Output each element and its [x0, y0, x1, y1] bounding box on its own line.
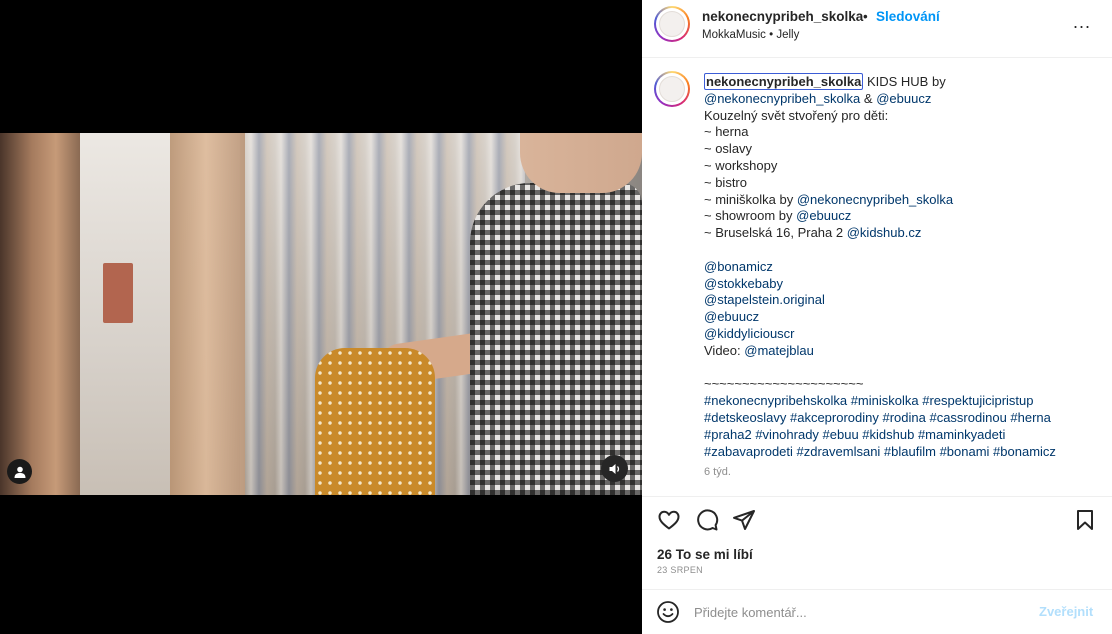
author-username[interactable]: nekonecnypribeh_skolka [702, 9, 863, 24]
heart-icon [658, 510, 680, 530]
author-avatar[interactable] [654, 6, 690, 42]
caption-list-item: ~ bistro [704, 174, 747, 190]
mention-link[interactable]: @nekonecnypribeh_skolka [704, 91, 860, 106]
following-button[interactable]: Sledování [876, 9, 940, 24]
comment-form: Zveřejnit [642, 589, 1112, 634]
caption-line: nekonecnypribeh_skolka KIDS HUB by [704, 73, 1099, 91]
hashtag-line[interactable]: #nekonecnypribehskolka #miniskolka #resp… [704, 393, 1099, 410]
caption-list-item: ~ workshopy [704, 157, 778, 173]
mute-button[interactable] [601, 455, 628, 482]
hashtag-line[interactable]: #detskeoslavy #akceprorodiny #rodina #ca… [704, 410, 1099, 427]
mention-link[interactable]: @matejblau [744, 343, 814, 358]
post-header: nekonecnypribeh_skolka • Sledování Mokka… [642, 0, 1112, 58]
post-actions: 26 To se mi líbí 23 SRPEN Zveřejnit [642, 496, 1112, 634]
comment-button[interactable] [694, 507, 720, 533]
caption-text-segment: Video: [704, 342, 745, 358]
post-date: 23 SRPEN [657, 565, 703, 575]
hashtag-line[interactable]: #zabavaprodeti #zdravemlsani #blaufilm #… [704, 444, 1099, 461]
mention-link[interactable]: @ebuucz [876, 91, 931, 106]
caption-text-segment: ~ Bruselská 16, Praha 2 [704, 225, 847, 241]
mention-link[interactable]: @stokkebaby [704, 276, 1099, 293]
caption-avatar[interactable] [654, 71, 690, 107]
likes-count[interactable]: 26 To se mi líbí [657, 547, 753, 562]
speaker-icon [609, 463, 619, 474]
caption-list-item: ~ herna [704, 124, 749, 140]
smiley-icon [657, 601, 679, 623]
caption-text-segment: ~ showroom by [704, 208, 797, 224]
mention-link[interactable]: @stapelstein.original [704, 292, 1099, 309]
caption-line: Video: @matejblau [704, 343, 1099, 360]
video-scene-switch [103, 263, 133, 323]
post-panel: nekonecnypribeh_skolka • Sledování Mokka… [642, 0, 1112, 634]
video-scene-frame [170, 133, 250, 495]
mention-link[interactable]: @nekonecnypribeh_skolka [797, 192, 953, 207]
caption-line: Kouzelný svět stvořený pro děti: [704, 107, 889, 123]
separator-dot: • [863, 9, 868, 24]
caption-list-item: ~ Bruselská 16, Praha 2 @kidshub.cz [704, 225, 1099, 242]
mention-link[interactable]: @kiddyliciouscr [704, 326, 1099, 343]
caption-text: nekonecnypribeh_skolka KIDS HUB by @neko… [704, 73, 1099, 481]
caption-line: @nekonecnypribeh_skolka & @ebuucz [704, 91, 1099, 108]
user-tag-icon [14, 466, 25, 478]
mention-link[interactable]: @ebuucz [796, 208, 851, 223]
mention-link[interactable]: @kidshub.cz [847, 225, 922, 240]
save-button[interactable] [1072, 507, 1098, 533]
caption-list-item: ~ showroom by @ebuucz [704, 208, 1099, 225]
video-scene-door [0, 133, 80, 495]
post-comment-button[interactable]: Zveřejnit [1039, 604, 1093, 619]
paper-plane-icon [733, 510, 755, 530]
post-age[interactable]: 6 týd. [704, 464, 1099, 481]
like-button[interactable] [656, 507, 682, 533]
audio-subtitle[interactable]: MokkaMusic • Jelly [702, 29, 799, 41]
post-media [0, 0, 642, 634]
caption-area: nekonecnypribeh_skolka KIDS HUB by @neko… [642, 59, 1112, 496]
more-icon: ... [1072, 12, 1091, 32]
video-scene-dress [315, 348, 435, 495]
caption-separator: ~~~~~~~~~~~~~~~~~~~~~ [704, 376, 864, 392]
user-tag-button[interactable] [7, 459, 32, 484]
comment-icon [697, 509, 719, 531]
share-button[interactable] [731, 507, 757, 533]
mention-link[interactable]: @ebuucz [704, 309, 1099, 326]
comment-input[interactable] [694, 602, 1014, 622]
hashtag-line[interactable]: #praha2 #vinohrady #ebuu #kidshub #mamin… [704, 427, 1099, 444]
more-options-button[interactable]: ... [1072, 12, 1092, 35]
emoji-button[interactable] [656, 600, 680, 624]
caption-username[interactable]: nekonecnypribeh_skolka [704, 73, 864, 90]
caption-text-segment: ~ miniškolka by [704, 191, 797, 207]
bookmark-icon [1077, 510, 1093, 530]
mention-link[interactable]: @bonamicz [704, 259, 1099, 276]
caption-ampersand: & [860, 90, 877, 106]
caption-list-item: ~ oslavy [704, 141, 753, 157]
caption-list-item: ~ miniškolka by @nekonecnypribeh_skolka [704, 192, 1099, 209]
caption-intro: KIDS HUB by [863, 74, 946, 89]
video-player[interactable] [0, 133, 642, 495]
video-scene-head [520, 133, 642, 193]
video-scene-person [470, 183, 642, 495]
